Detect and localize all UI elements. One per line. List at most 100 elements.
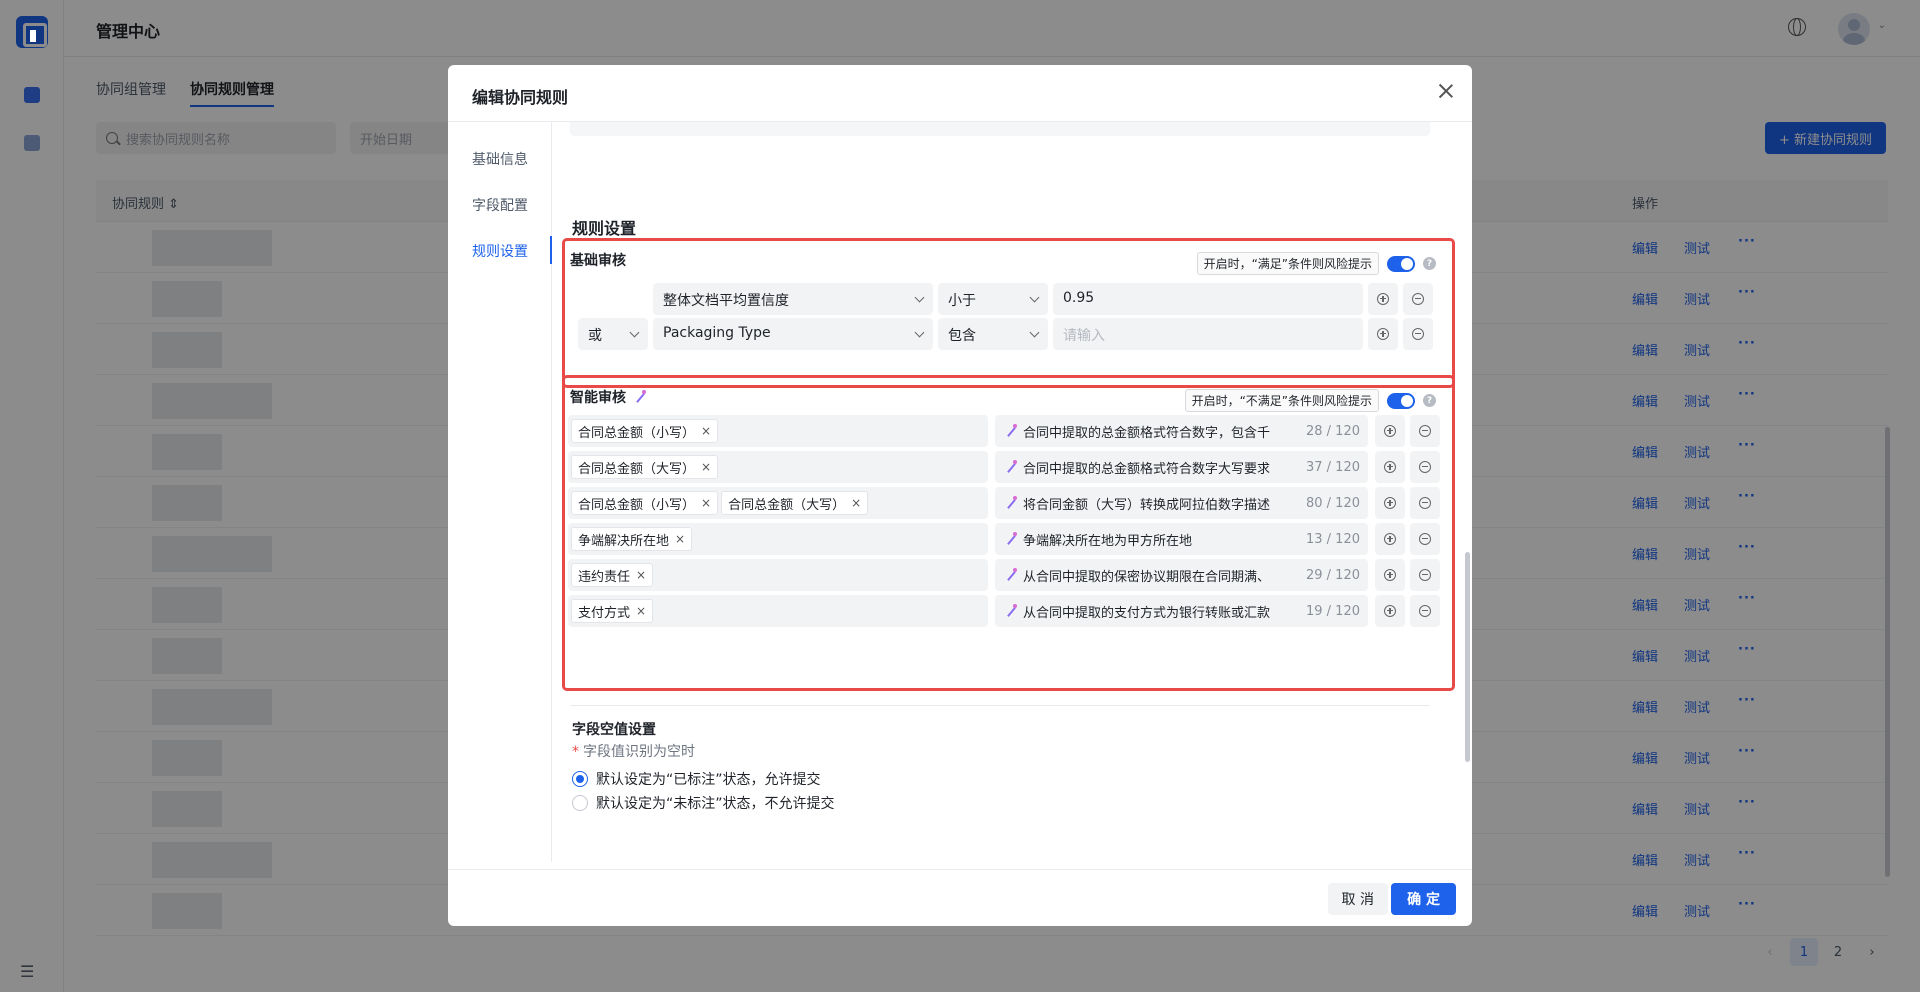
- rule-description-input[interactable]: 从合同中提取的保密协议期限在合同期满、 29 / 120: [995, 559, 1368, 591]
- tag-remove-icon[interactable]: ×: [701, 460, 711, 474]
- char-count: 13 / 120: [1306, 531, 1360, 547]
- remove-condition-button[interactable]: [1403, 283, 1433, 315]
- rule-description-input[interactable]: 争端解决所在地为甲方所在地 13 / 120: [995, 523, 1368, 555]
- basic-review-title: 基础审核: [570, 250, 626, 270]
- add-condition-button[interactable]: [1368, 318, 1398, 350]
- add-rule-button[interactable]: [1375, 415, 1405, 447]
- char-count: 29 / 120: [1306, 567, 1360, 583]
- field-tag-select[interactable]: 合同总金额（大写） ×: [568, 451, 988, 483]
- rule-description-input[interactable]: 将合同金额（大写）转换成阿拉伯数字描述 80 / 120: [995, 487, 1368, 519]
- add-rule-button[interactable]: [1375, 523, 1405, 555]
- field-tag-select[interactable]: 合同总金额（小写） ×: [568, 415, 988, 447]
- minus-circle-icon: [1419, 569, 1431, 581]
- add-rule-button[interactable]: [1375, 595, 1405, 627]
- rule-description-input[interactable]: 合同中提取的总金额格式符合数字，包含千 28 / 120: [995, 415, 1368, 447]
- logic-operator-value: 或: [588, 328, 602, 344]
- tag-remove-icon[interactable]: ×: [675, 532, 685, 546]
- remove-rule-button[interactable]: [1410, 451, 1440, 483]
- plus-circle-icon: [1384, 533, 1396, 545]
- minus-circle-icon: [1412, 328, 1424, 340]
- condition-value-input[interactable]: 请输入: [1053, 318, 1363, 350]
- magic-wand-icon: [1005, 532, 1019, 546]
- logic-operator-select[interactable]: 或: [578, 318, 648, 350]
- null-setting-label-text: 字段值识别为空时: [583, 744, 695, 760]
- radio-unselected-icon: [572, 795, 588, 811]
- null-option-unmarked[interactable]: 默认设定为“未标注”状态，不允许提交: [572, 793, 835, 813]
- field-tag-select[interactable]: 争端解决所在地 ×: [568, 523, 988, 555]
- field-tag: 合同总金额（小写） ×: [571, 419, 719, 443]
- plus-circle-icon: [1384, 497, 1396, 509]
- smart-review-toggle[interactable]: [1387, 392, 1415, 409]
- condition-operator-select[interactable]: 包含: [938, 318, 1048, 350]
- magic-wand-icon: [1005, 568, 1019, 582]
- smart-review-hint: 开启时，“不满足”条件则风险提示 ?: [1184, 389, 1436, 412]
- rule-description-input[interactable]: 合同中提取的总金额格式符合数字大写要求 37 / 120: [995, 451, 1368, 483]
- dialog-title: 编辑协同规则: [472, 88, 569, 107]
- tag-remove-icon[interactable]: ×: [701, 496, 711, 510]
- char-count: 37 / 120: [1306, 459, 1360, 475]
- basic-review-hint: 开启时，“满足”条件则风险提示 ?: [1196, 252, 1436, 275]
- nav-item-field-config[interactable]: 字段配置: [472, 195, 528, 215]
- condition-value-input[interactable]: 0.95: [1053, 283, 1363, 315]
- field-tag-select[interactable]: 违约责任 ×: [568, 559, 988, 591]
- field-tag-select[interactable]: 合同总金额（小写） × 合同总金额（大写） ×: [568, 487, 988, 519]
- cancel-button[interactable]: 取 消: [1327, 883, 1388, 915]
- edit-rule-dialog: 编辑协同规则 基础信息 字段配置 规则设置 规则设置 基础审核 开启时，“满足”…: [448, 65, 1472, 926]
- remove-rule-button[interactable]: [1410, 487, 1440, 519]
- nav-item-rule-settings[interactable]: 规则设置: [472, 241, 528, 261]
- tag-remove-icon[interactable]: ×: [851, 496, 861, 510]
- condition-field-value: 整体文档平均置信度: [663, 293, 789, 309]
- add-rule-button[interactable]: [1375, 559, 1405, 591]
- section-divider: [570, 705, 1430, 706]
- null-option-marked[interactable]: 默认设定为“已标注”状态，允许提交: [572, 769, 821, 789]
- basic-review-toggle[interactable]: [1387, 255, 1415, 272]
- field-tag-select[interactable]: 支付方式 ×: [568, 595, 988, 627]
- rule-description-input[interactable]: 从合同中提取的支付方式为银行转账或汇款 19 / 120: [995, 595, 1368, 627]
- smart-review-title: 智能审核: [570, 387, 648, 407]
- help-icon[interactable]: ?: [1423, 257, 1436, 270]
- close-icon[interactable]: [1436, 81, 1456, 101]
- remove-rule-button[interactable]: [1410, 595, 1440, 627]
- remove-condition-button[interactable]: [1403, 318, 1433, 350]
- radio-selected-icon: [572, 771, 588, 787]
- nav-item-basic-info[interactable]: 基础信息: [472, 149, 528, 169]
- field-tag: 支付方式 ×: [571, 599, 654, 623]
- plus-circle-icon: [1377, 328, 1389, 340]
- add-condition-button[interactable]: [1368, 283, 1398, 315]
- dialog-scrollbar[interactable]: [1465, 552, 1470, 762]
- minus-circle-icon: [1419, 605, 1431, 617]
- minus-circle-icon: [1412, 293, 1424, 305]
- rule-description-text: 从合同中提取的支付方式为银行转账或汇款: [1023, 605, 1271, 621]
- help-icon[interactable]: ?: [1423, 394, 1436, 407]
- tag-remove-icon[interactable]: ×: [636, 568, 646, 582]
- condition-field-select[interactable]: Packaging Type: [653, 318, 933, 350]
- field-tag-label: 合同总金额（大写）: [578, 461, 696, 477]
- field-tag: 合同总金额（大写） ×: [571, 455, 719, 479]
- rule-description-text: 合同中提取的总金额格式符合数字大写要求: [1023, 461, 1271, 477]
- null-setting-label: * 字段值识别为空时: [572, 744, 695, 760]
- chevron-down-icon: [629, 327, 640, 338]
- condition-operator-select[interactable]: 小于: [938, 283, 1048, 315]
- dialog-body: 规则设置 基础审核 开启时，“满足”条件则风险提示 ? 整体文档平均置信度 小于…: [552, 122, 1472, 862]
- field-tag: 合同总金额（大写） ×: [721, 491, 869, 515]
- minus-circle-icon: [1419, 461, 1431, 473]
- null-setting-title: 字段空值设置: [572, 722, 656, 738]
- tag-remove-icon[interactable]: ×: [636, 604, 646, 618]
- remove-rule-button[interactable]: [1410, 523, 1440, 555]
- dialog-footer: 取 消 确 定: [448, 869, 1472, 926]
- chevron-down-icon: [914, 292, 925, 303]
- add-rule-button[interactable]: [1375, 451, 1405, 483]
- chevron-down-icon: [914, 327, 925, 338]
- dialog-side-nav: 基础信息 字段配置 规则设置: [448, 122, 552, 862]
- condition-field-select[interactable]: 整体文档平均置信度: [653, 283, 933, 315]
- char-count: 80 / 120: [1306, 495, 1360, 511]
- add-rule-button[interactable]: [1375, 487, 1405, 519]
- tag-remove-icon[interactable]: ×: [701, 424, 711, 438]
- smart-review-panel: 智能审核 开启时，“不满足”条件则风险提示 ? 合同总金额（小写） × 合同中提取的…: [562, 375, 1455, 691]
- remove-rule-button[interactable]: [1410, 559, 1440, 591]
- remove-rule-button[interactable]: [1410, 415, 1440, 447]
- smart-hint-text: 开启时，“不满足”条件则风险提示: [1184, 389, 1379, 412]
- smart-review-title-text: 智能审核: [570, 390, 626, 406]
- plus-circle-icon: [1377, 293, 1389, 305]
- confirm-button[interactable]: 确 定: [1391, 883, 1456, 915]
